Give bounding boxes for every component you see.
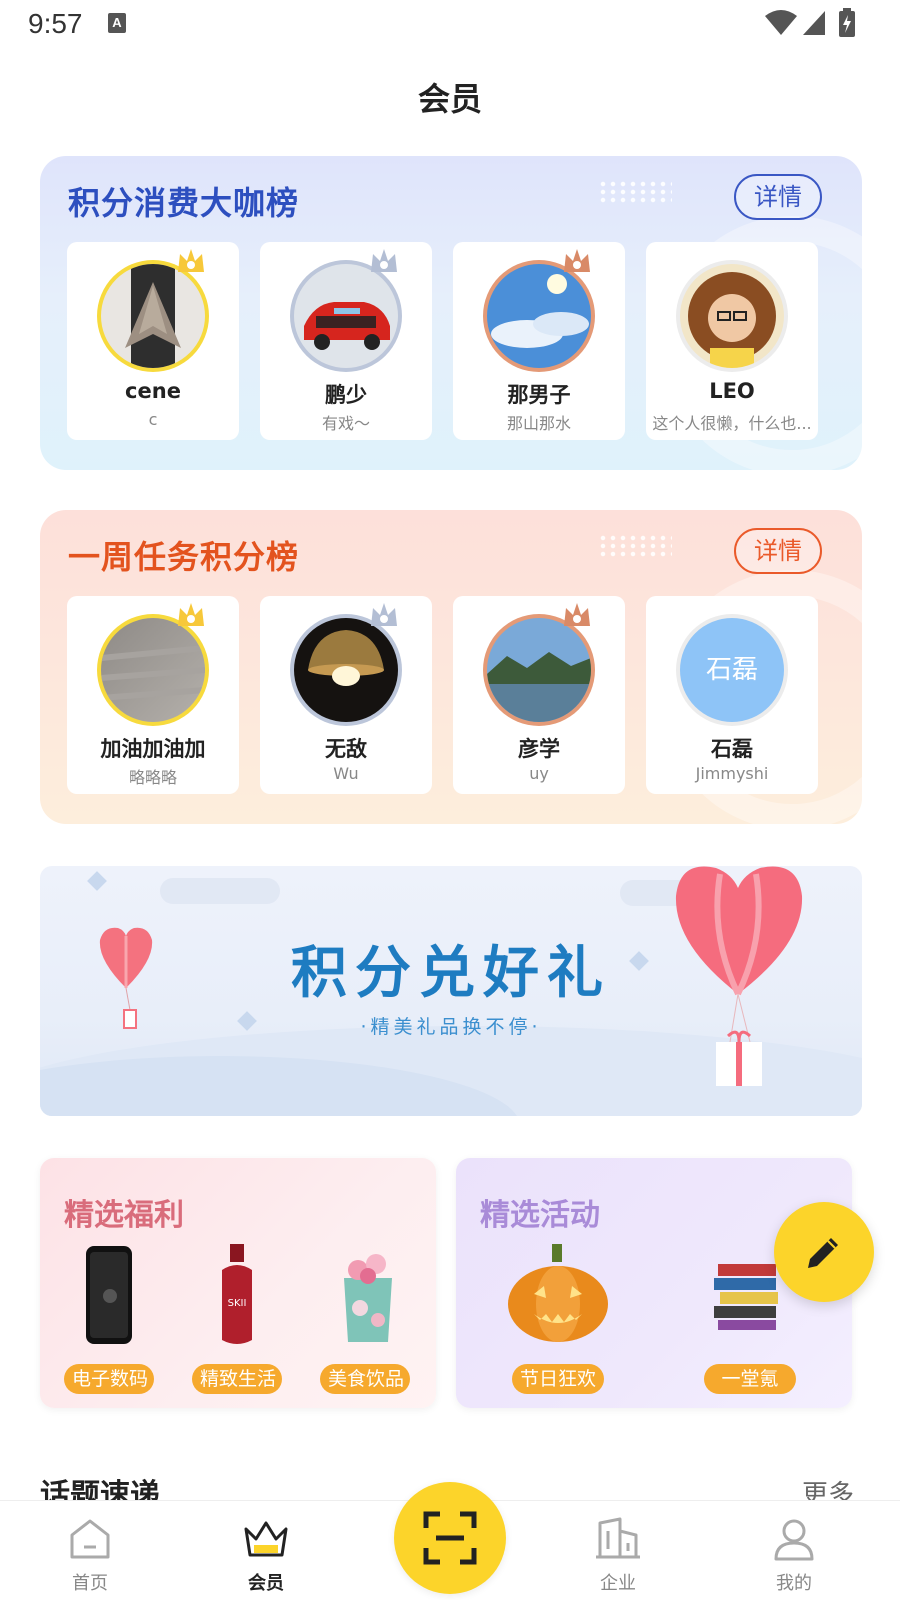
rank-user-tile[interactable]: cene c [67, 242, 239, 440]
decor-dots [598, 180, 672, 204]
signal-icon [803, 11, 825, 35]
avatar-text: 石磊 [680, 618, 784, 722]
rank-user-tile[interactable]: LEO 这个人很懒，什么也... [646, 242, 818, 440]
user-name: LEO [709, 379, 755, 403]
skincare-product-image: SKII [222, 1244, 252, 1344]
crown-silver-icon [371, 603, 397, 626]
user-name: 石磊 [711, 737, 753, 761]
task-rank-title: 一周任务积分榜 [68, 538, 300, 576]
keyboard-a-icon: A [108, 13, 126, 33]
crown-gold-icon [178, 249, 204, 272]
page-title: 会员 [417, 80, 482, 118]
scan-button[interactable] [394, 1482, 506, 1594]
building-icon [596, 1517, 640, 1559]
nav-enterprise-label: 企业 [600, 1573, 636, 1594]
avatar-image [294, 618, 398, 722]
avatar-image [101, 264, 205, 368]
pencil-icon [808, 1238, 838, 1268]
status-bar: 9:57 A [0, 0, 900, 50]
crown-gold-icon [178, 603, 204, 626]
featured-benefits-card[interactable]: 精选福利 SKII 电子数码 精致生活 美食饮品 [40, 1158, 436, 1408]
task-rank-card: 一周任务积分榜 详情 加油加油加 略略略 无敌 Wu 彦学 uy 石磊 石磊 J… [40, 510, 862, 824]
rank-user-tile[interactable]: 彦学 uy [453, 596, 625, 794]
wifi-icon [765, 10, 797, 35]
crown-bronze-icon [564, 249, 590, 272]
tag-lifestyle[interactable]: 精致生活 [192, 1364, 282, 1394]
user-name: 彦学 [518, 737, 560, 761]
user-signature: uy [529, 764, 549, 783]
avatar-image [294, 264, 398, 368]
diamond-decor [87, 871, 107, 891]
scan-icon [423, 1511, 477, 1565]
rank-user-tile[interactable]: 加油加油加 略略略 [67, 596, 239, 794]
cloud-decor [160, 878, 280, 904]
nav-member[interactable]: 会员 [206, 1501, 326, 1600]
battery-icon [839, 8, 855, 37]
user-name: cene [125, 379, 181, 403]
books-activity-image [714, 1264, 778, 1330]
avatar [483, 614, 595, 726]
tag-electronics[interactable]: 电子数码 [64, 1364, 154, 1394]
rank-user-tile[interactable]: 那男子 那山那水 [453, 242, 625, 440]
heart-balloon-icon [675, 866, 803, 1086]
crown-icon [244, 1521, 288, 1557]
user-name: 鹏少 [325, 383, 367, 407]
user-name: 那男子 [507, 383, 571, 407]
tag-food-drinks[interactable]: 美食饮品 [320, 1364, 410, 1394]
nav-home[interactable]: 首页 [30, 1501, 150, 1600]
user-signature: 略略略 [128, 768, 177, 787]
food-gift-product-image [344, 1254, 392, 1342]
avatar [97, 614, 209, 726]
user-signature: Jimmyshi [695, 764, 769, 783]
tag-festival[interactable]: 节日狂欢 [512, 1364, 604, 1394]
featured-activities-title: 精选活动 [480, 1198, 600, 1233]
status-time: 9:57 [28, 8, 83, 39]
featured-benefits-title: 精选福利 [64, 1198, 184, 1233]
consumption-rank-detail-button[interactable]: 详情 [734, 174, 822, 220]
consumption-rank-card: 积分消费大咖榜 详情 cene c 鹏少 有戏～ 那男子 那山那水 LEO 这个… [40, 156, 862, 470]
nav-member-label: 会员 [248, 1573, 284, 1594]
user-signature: 那山那水 [506, 414, 571, 433]
user-signature: c [148, 410, 158, 429]
avatar [97, 260, 209, 372]
avatar [483, 260, 595, 372]
rank-user-tile[interactable]: 鹏少 有戏～ [260, 242, 432, 440]
avatar [290, 260, 402, 372]
consumption-rank-title: 积分消费大咖榜 [68, 184, 300, 222]
avatar: 石磊 [676, 614, 788, 726]
avatar-image [101, 618, 205, 722]
rank-user-tile[interactable]: 无敌 Wu [260, 596, 432, 794]
avatar [676, 260, 788, 372]
phone-product-image [86, 1246, 132, 1344]
avatar-image [680, 264, 784, 368]
task-rank-detail-button[interactable]: 详情 [734, 528, 822, 574]
nav-home-label: 首页 [72, 1573, 108, 1594]
svg-text:SKII: SKII [228, 1298, 247, 1309]
points-exchange-banner[interactable]: 积分兑好礼 ·精美礼品换不停· [40, 866, 862, 1116]
user-signature: Wu [333, 764, 359, 783]
avatar-image [487, 618, 591, 722]
pumpkin-activity-image [508, 1244, 608, 1342]
avatar-image [487, 264, 591, 368]
rank-user-tile[interactable]: 石磊 石磊 Jimmyshi [646, 596, 818, 794]
nav-enterprise[interactable]: 企业 [558, 1501, 678, 1600]
user-icon [774, 1519, 814, 1561]
crown-bronze-icon [564, 603, 590, 626]
avatar [290, 614, 402, 726]
user-signature: 有戏～ [321, 414, 370, 433]
nav-mine[interactable]: 我的 [734, 1501, 854, 1600]
user-signature: 这个人很懒，什么也... [652, 414, 812, 433]
decor-dots [598, 534, 672, 558]
user-name: 无敌 [325, 737, 367, 761]
user-name: 加油加油加 [100, 737, 206, 761]
compose-button[interactable] [774, 1202, 874, 1302]
nav-mine-label: 我的 [776, 1573, 812, 1594]
crown-silver-icon [371, 249, 397, 272]
tag-yitangke[interactable]: 一堂氪 [704, 1364, 796, 1394]
home-icon [70, 1519, 110, 1559]
